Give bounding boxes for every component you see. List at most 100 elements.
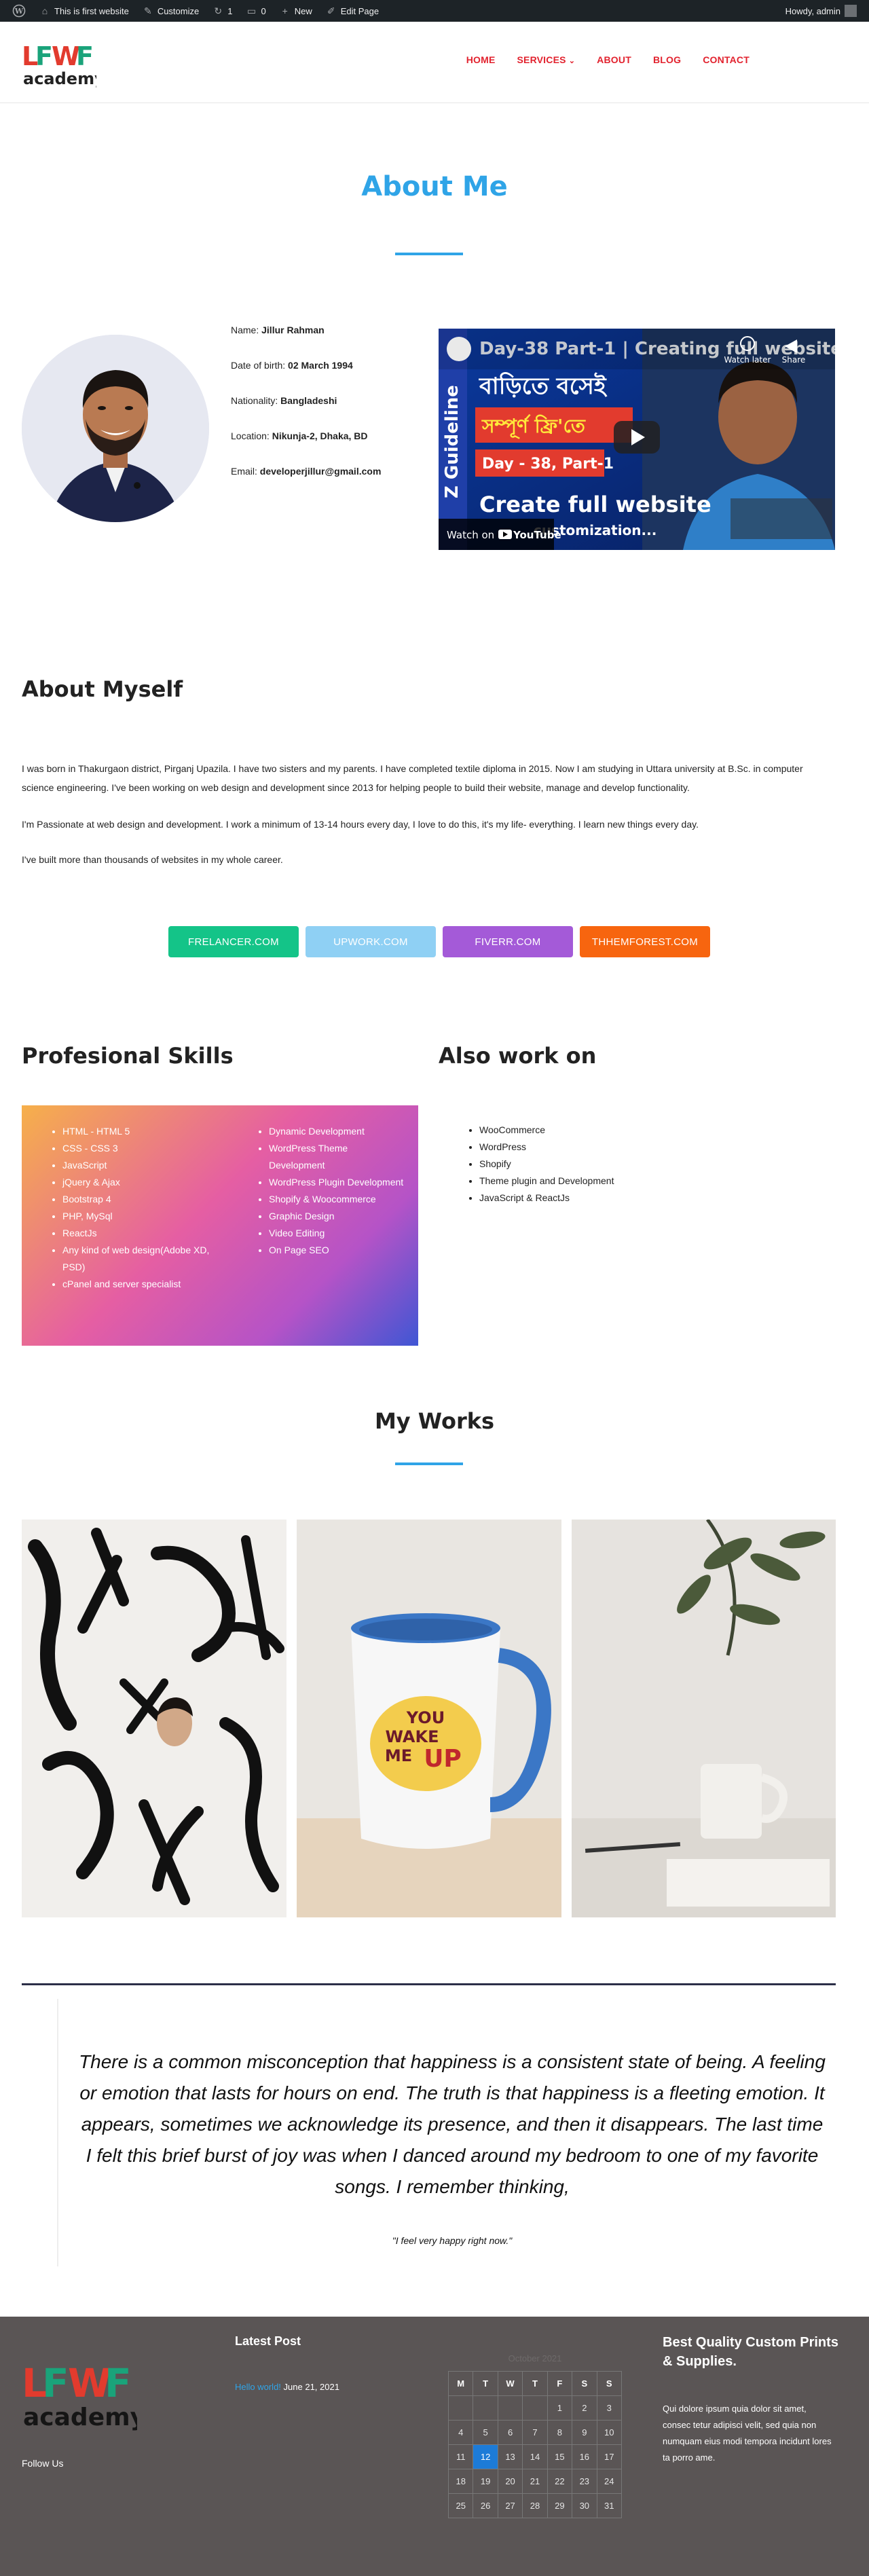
site-logo[interactable]: L F W F academy xyxy=(22,41,105,88)
freelancer-button[interactable]: FRELANCER.COM xyxy=(168,926,299,957)
svg-text:Day - 38, Part-1: Day - 38, Part-1 xyxy=(482,456,614,473)
skill-item: Bootstrap 4 xyxy=(62,1191,219,1208)
chevron-down-icon: ⌄ xyxy=(568,57,576,65)
skills-title: Profesional Skills xyxy=(22,1043,234,1069)
calendar-day: 6 xyxy=(497,2420,523,2445)
platform-buttons: FRELANCER.COM UPWORK.COM FIVERR.COM THHE… xyxy=(168,926,710,957)
nav-blog[interactable]: BLOG xyxy=(653,54,681,65)
skills-list-left: HTML - HTML 5 CSS - CSS 3 JavaScript jQu… xyxy=(62,1123,219,1293)
calendar-day: 14 xyxy=(522,2444,548,2469)
about-myself-title: About Myself xyxy=(22,676,183,702)
calendar-day: 2 xyxy=(572,2395,597,2421)
quote-cite: "I feel very happy right now." xyxy=(392,2235,513,2246)
customize-link[interactable]: ✎ Customize xyxy=(136,0,206,22)
follow-us-label: Follow Us xyxy=(22,2458,64,2469)
calendar-day: 9 xyxy=(572,2420,597,2445)
skill-item: PHP, MySql xyxy=(62,1208,219,1225)
site-name-link[interactable]: ⌂ This is first website xyxy=(33,0,136,22)
work-image-plant-desk[interactable] xyxy=(572,1520,836,1917)
skill-item: Shopify & Woocommerce xyxy=(269,1191,405,1208)
info-name: Name: Jillur Rahman xyxy=(231,325,325,335)
skill-item: Any kind of web design(Adobe XD, PSD) xyxy=(62,1242,219,1276)
title-divider xyxy=(395,1462,463,1465)
avatar-icon xyxy=(845,5,857,17)
calendar-week-row: 18 19 20 21 22 23 24 xyxy=(447,2469,623,2494)
quote-text: There is a common misconception that hap… xyxy=(79,2051,826,2197)
calendar-day: 30 xyxy=(572,2493,597,2518)
work-item: JavaScript & ReactJs xyxy=(479,1190,614,1207)
themeforest-button[interactable]: THHEMFOREST.COM xyxy=(580,926,710,957)
svg-text:F: F xyxy=(105,2360,130,2406)
main-nav: HOME SERVICES ⌄ ABOUT BLOG CONTACT xyxy=(466,54,750,65)
nav-services[interactable]: SERVICES ⌄ xyxy=(517,54,576,65)
info-dob: Date of birth: 02 March 1994 xyxy=(231,360,353,371)
pencil-icon: ✐ xyxy=(327,5,335,16)
calendar-day: 21 xyxy=(522,2469,548,2494)
skill-item: Dynamic Development xyxy=(269,1123,405,1140)
calendar-day xyxy=(522,2395,548,2421)
wordpress-logo-icon[interactable]: W xyxy=(5,0,33,22)
nav-about[interactable]: ABOUT xyxy=(597,54,631,65)
calendar-day: 22 xyxy=(547,2469,573,2494)
work-image-brush-art[interactable] xyxy=(22,1520,286,1917)
svg-text:YouTube: YouTube xyxy=(513,529,561,541)
calendar-week-row: 11 12 13 14 15 16 17 xyxy=(447,2444,623,2469)
calendar-day: 10 xyxy=(596,2420,623,2445)
skill-item: jQuery & Ajax xyxy=(62,1174,219,1191)
also-work-list: WooCommerce WordPress Shopify Theme plug… xyxy=(479,1122,614,1207)
work-item: WordPress xyxy=(479,1139,614,1156)
admin-bar: W ⌂ This is first website ✎ Customize ↻ … xyxy=(0,0,869,22)
site-footer: L F W F academy Follow Us Latest Post He… xyxy=(0,2317,869,2576)
calendar-day: 26 xyxy=(473,2493,498,2518)
calendar-day: 17 xyxy=(596,2444,623,2469)
calendar-day: 23 xyxy=(572,2469,597,2494)
svg-text:ME: ME xyxy=(385,1746,412,1765)
post-link[interactable]: Hello world! xyxy=(235,2382,281,2392)
skill-item: cPanel and server specialist xyxy=(62,1276,219,1293)
calendar-day: 20 xyxy=(497,2469,523,2494)
calendar-day: 5 xyxy=(473,2420,498,2445)
calendar-day: 4 xyxy=(447,2420,474,2445)
home-icon: ⌂ xyxy=(41,5,48,16)
calendar-week-row: 25 26 27 28 29 30 31 xyxy=(447,2493,623,2518)
about-me-title: About Me xyxy=(361,171,508,202)
skills-list-right: Dynamic Development WordPress Theme Deve… xyxy=(269,1123,405,1259)
also-work-title: Also work on xyxy=(439,1043,597,1069)
comments-link[interactable]: ▭ 0 xyxy=(239,0,272,22)
calendar-day xyxy=(497,2395,523,2421)
calendar-day: 28 xyxy=(522,2493,548,2518)
calendar-day: 11 xyxy=(447,2444,474,2469)
svg-text:Watch later: Watch later xyxy=(724,355,771,365)
nav-home[interactable]: HOME xyxy=(466,54,496,65)
promo-title: Best Quality Custom Prints & Supplies. xyxy=(663,2335,838,2369)
blockquote: There is a common misconception that hap… xyxy=(57,1999,836,2266)
calendar-day: 8 xyxy=(547,2420,573,2445)
updates-link[interactable]: ↻ 1 xyxy=(206,0,239,22)
work-image-mug[interactable]: YOU WAKE ME UP xyxy=(297,1520,561,1917)
svg-text:F: F xyxy=(42,2360,67,2406)
footer-logo[interactable]: L F W F academy xyxy=(22,2359,146,2431)
calendar-day xyxy=(447,2395,474,2421)
fiverr-button[interactable]: FIVERR.COM xyxy=(443,926,573,957)
svg-text:UP: UP xyxy=(424,1745,462,1773)
calendar-day-head: S xyxy=(596,2371,623,2396)
calendar-day: 31 xyxy=(596,2493,623,2518)
edit-page-link[interactable]: ✐ Edit Page xyxy=(319,0,386,22)
calendar-day: 27 xyxy=(497,2493,523,2518)
youtube-embed[interactable]: Z Guideline Day-38 Part-1 | Creating ful… xyxy=(439,329,835,550)
new-content-link[interactable]: + New xyxy=(273,0,319,22)
svg-text:academy: academy xyxy=(23,2404,137,2431)
latest-post-title: Latest Post xyxy=(235,2334,301,2348)
upwork-button[interactable]: UPWORK.COM xyxy=(306,926,436,957)
calendar-week-row: 4 5 6 7 8 9 10 xyxy=(447,2420,623,2445)
svg-text:F: F xyxy=(35,41,52,71)
skill-item: Video Editing xyxy=(269,1225,405,1242)
brush-icon: ✎ xyxy=(143,5,152,16)
work-item: Shopify xyxy=(479,1156,614,1173)
nav-contact[interactable]: CONTACT xyxy=(703,54,750,65)
account-menu[interactable]: Howdy, admin xyxy=(779,0,864,22)
calendar-widget: October 2021 M T W T F S S 1 2 3 4 5 6 7 8 9 10 11… xyxy=(447,2353,623,2518)
calendar-day: 16 xyxy=(572,2444,597,2469)
skill-item: HTML - HTML 5 xyxy=(62,1123,219,1140)
work-item: WooCommerce xyxy=(479,1122,614,1139)
